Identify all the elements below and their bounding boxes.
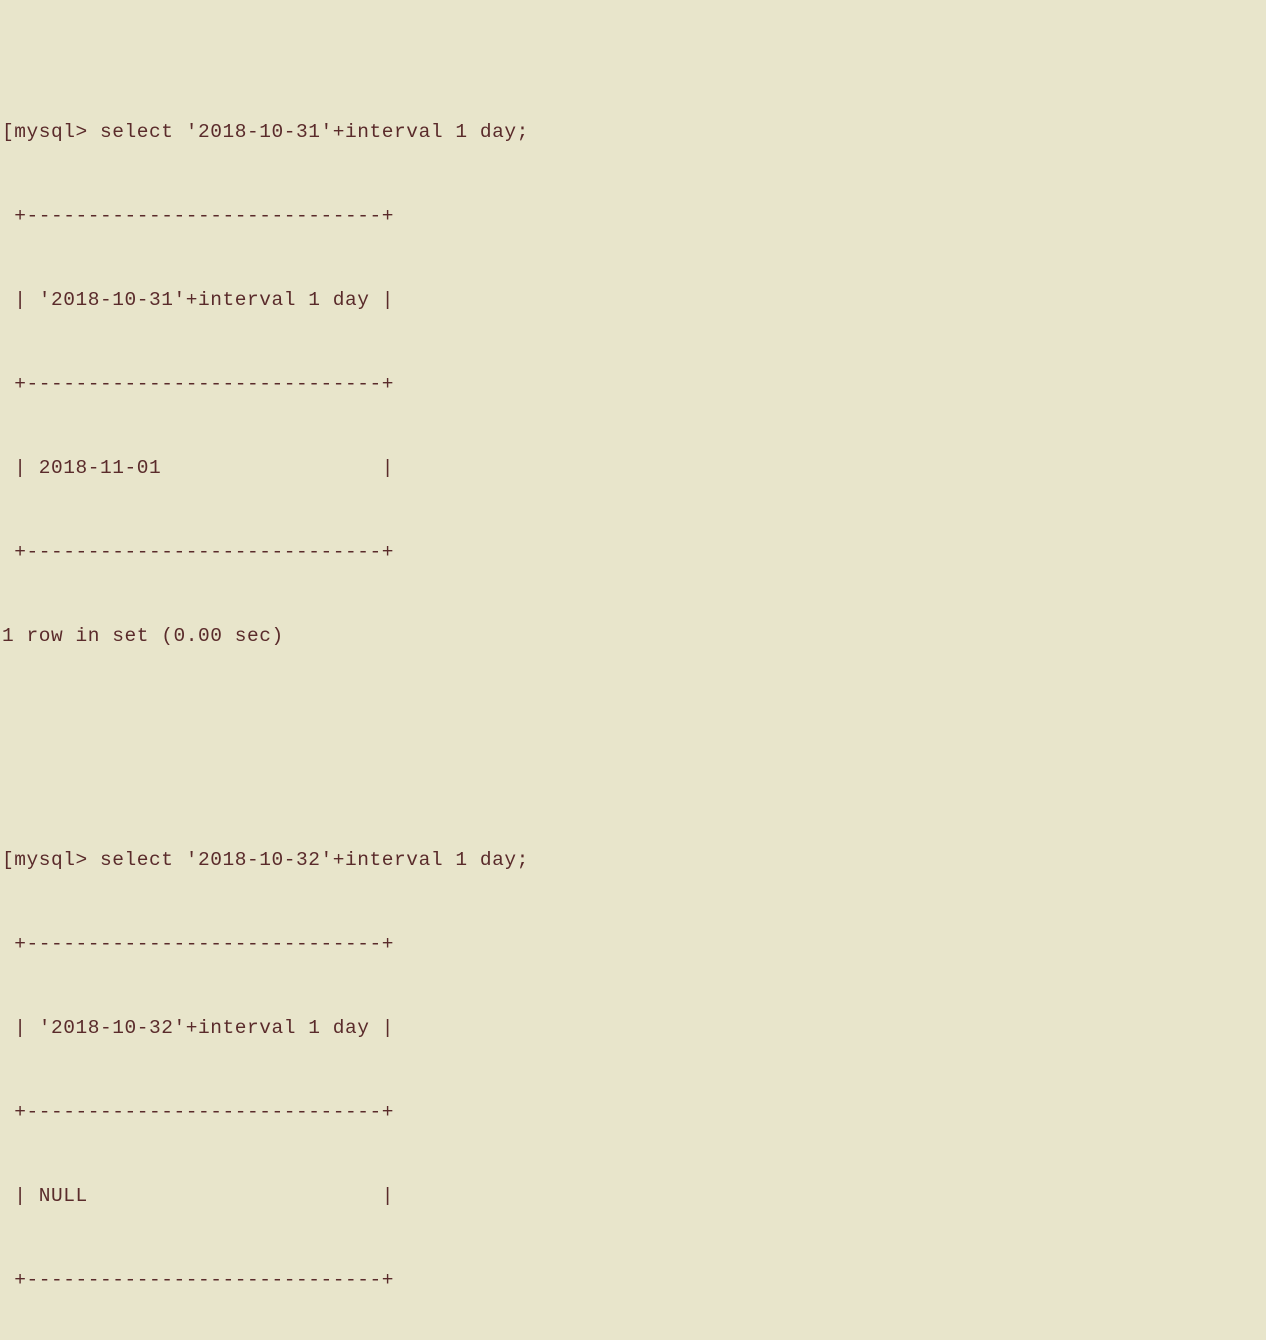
table-data-row: | 2018-11-01 | [2, 457, 395, 479]
command-line: [mysql> select '2018-10-32'+interval 1 d… [2, 849, 529, 871]
table-header-row: | '2018-10-31'+interval 1 day | [2, 289, 395, 311]
table-border-top: +-----------------------------+ [2, 205, 395, 227]
table-border-middle: +-----------------------------+ [2, 373, 395, 395]
table-border-bottom: +-----------------------------+ [2, 541, 395, 563]
table-header-row: | '2018-10-32'+interval 1 day | [2, 1017, 395, 1039]
table-border-bottom: +-----------------------------+ [2, 1269, 395, 1291]
table-border-middle: +-----------------------------+ [2, 1101, 395, 1123]
command-line: [mysql> select '2018-10-31'+interval 1 d… [2, 121, 529, 143]
terminal-output[interactable]: [mysql> select '2018-10-31'+interval 1 d… [0, 0, 1266, 1291]
table-data-row: | NULL | [2, 1185, 395, 1207]
table-border-top: +-----------------------------+ [2, 933, 395, 955]
status-line: 1 row in set (0.00 sec) [2, 625, 284, 647]
